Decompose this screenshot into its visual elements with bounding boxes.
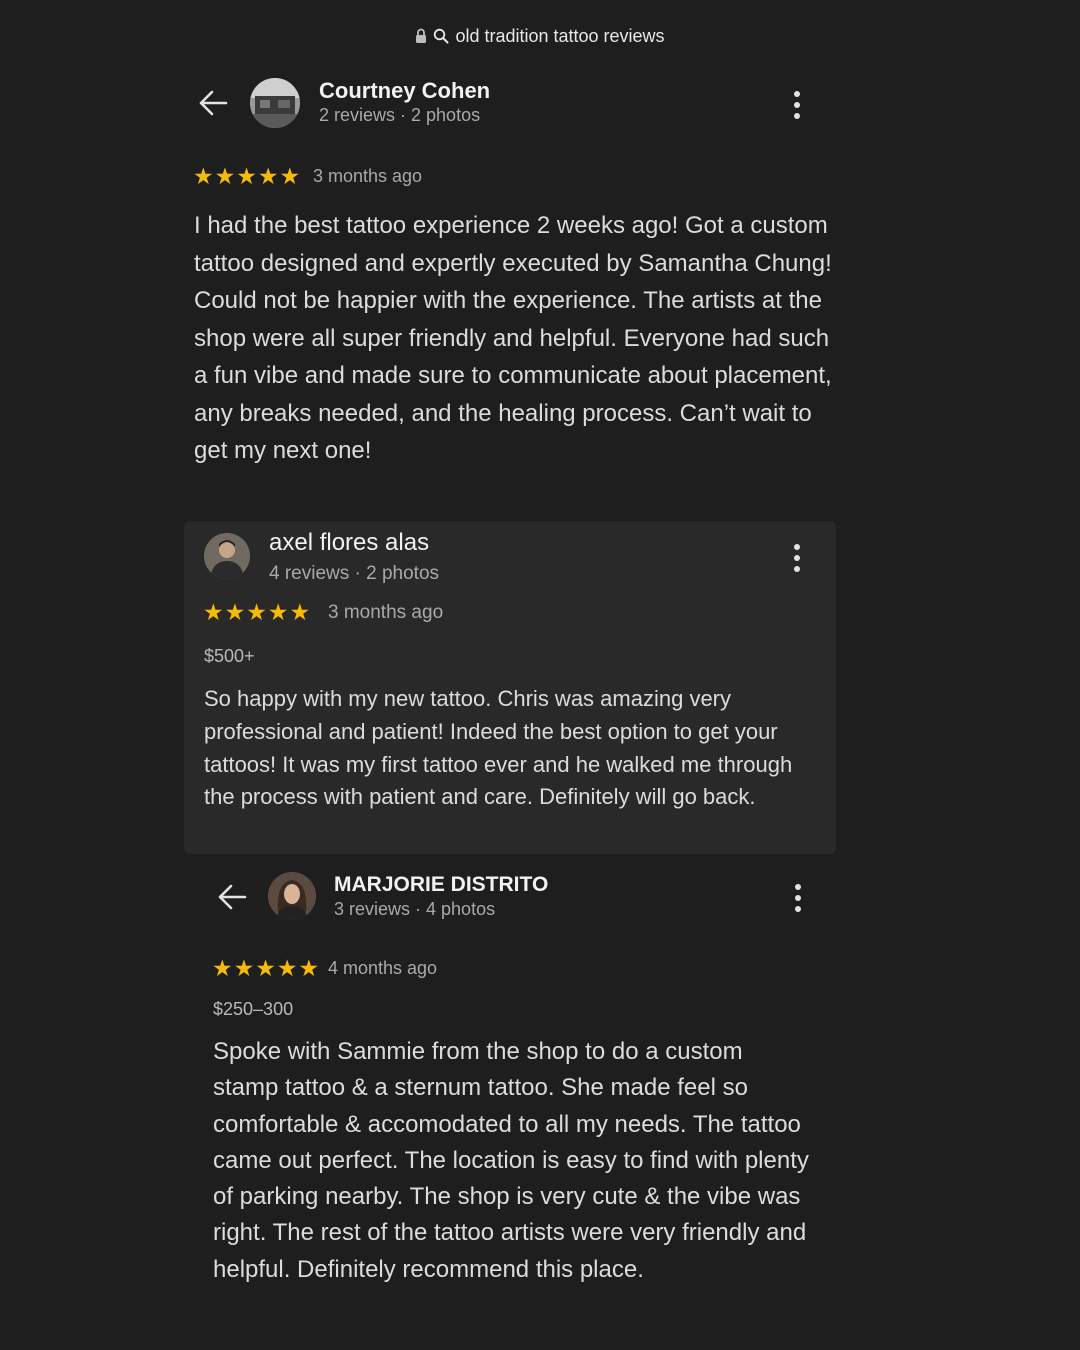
star-icon: ★ bbox=[255, 955, 276, 981]
star-icon: ★ bbox=[298, 955, 320, 981]
price-range: $500+ bbox=[204, 646, 255, 666]
star-icon: ★ bbox=[236, 163, 257, 189]
search-bar[interactable]: old tradition tattoo reviews bbox=[0, 22, 1080, 50]
reviewer-name[interactable]: MARJORIE DISTRITO bbox=[334, 873, 548, 897]
avatar[interactable] bbox=[268, 872, 316, 920]
star-icon: ★ bbox=[203, 599, 224, 625]
avatar[interactable] bbox=[250, 78, 300, 128]
star-icon: ★ bbox=[257, 163, 279, 189]
reviewer-name[interactable]: Courtney Cohen bbox=[319, 78, 490, 104]
review-date: 3 months ago bbox=[313, 166, 423, 186]
back-arrow-icon[interactable] bbox=[198, 89, 228, 117]
search-query[interactable]: old tradition tattoo reviews bbox=[455, 26, 664, 47]
more-options-icon[interactable] bbox=[792, 544, 802, 572]
back-arrow-icon[interactable] bbox=[217, 883, 247, 911]
star-icon: ★ bbox=[276, 955, 298, 981]
star-rating: ★ ★ ★ ★ ★ bbox=[212, 957, 319, 980]
star-icon: ★ bbox=[289, 599, 311, 625]
star-icon: ★ bbox=[193, 163, 214, 189]
lock-icon bbox=[415, 28, 427, 44]
reviewer-name[interactable]: axel flores alas bbox=[269, 529, 429, 557]
star-icon: ★ bbox=[267, 599, 289, 625]
reviewer-meta: 3 reviews · 4 photos bbox=[334, 899, 496, 919]
star-icon: ★ bbox=[224, 599, 246, 625]
review-text: So happy with my new tattoo. Chris was a… bbox=[204, 686, 793, 810]
review-date: 3 months ago bbox=[328, 602, 444, 623]
price-range: $250–300 bbox=[213, 999, 294, 1019]
star-icon: ★ bbox=[233, 955, 255, 981]
review-text: Spoke with Sammie from the shop to do a … bbox=[213, 1038, 809, 1283]
star-icon: ★ bbox=[246, 599, 267, 625]
star-icon: ★ bbox=[212, 955, 233, 981]
star-icon: ★ bbox=[214, 163, 236, 189]
search-icon bbox=[433, 28, 449, 44]
review-date: 4 months ago bbox=[328, 958, 438, 978]
reviewer-meta: 2 reviews · 2 photos bbox=[319, 105, 481, 125]
review-text: I had the best tattoo experience 2 weeks… bbox=[194, 212, 832, 464]
star-rating: ★ ★ ★ ★ ★ bbox=[203, 601, 310, 624]
more-options-icon[interactable] bbox=[792, 91, 802, 119]
star-rating: ★ ★ ★ ★ ★ bbox=[193, 165, 300, 188]
star-icon: ★ bbox=[279, 163, 301, 189]
reviewer-meta: 4 reviews · 2 photos bbox=[269, 563, 440, 584]
avatar[interactable] bbox=[204, 533, 250, 579]
more-options-icon[interactable] bbox=[793, 884, 803, 912]
